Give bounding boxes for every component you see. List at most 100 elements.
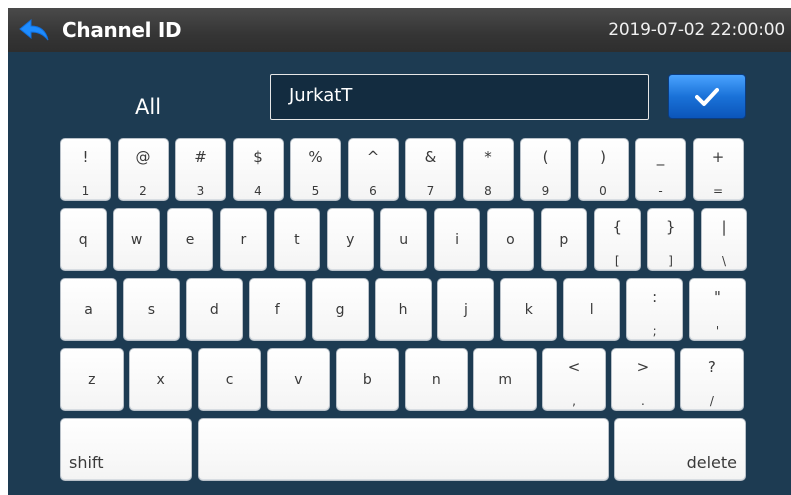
key-e[interactable]: e [166,208,214,271]
key-lower-label: 1 [81,184,90,198]
key-symbol[interactable]: :; [626,278,684,341]
key-label: x [156,371,165,388]
key-label: g [335,301,345,318]
key-w[interactable]: w [113,208,160,271]
key-l[interactable]: l [563,278,621,341]
key-upper-label: ( [542,148,549,166]
key-x[interactable]: x [128,348,193,411]
key-d[interactable]: d [185,278,243,341]
key-symbol[interactable]: % 5 [290,138,341,201]
key-label: s [147,301,156,318]
key-n[interactable]: n [404,348,468,411]
key-symbol[interactable]: }] [647,208,694,271]
key-h[interactable]: h [374,278,432,341]
key-label: w [130,231,143,248]
key-symbol[interactable]: * 8 [462,138,514,201]
key-symbol[interactable]: | \ [700,208,748,271]
key-lower-label: 9 [541,184,550,198]
key-lower-label: ' [715,324,720,338]
key-y[interactable]: y [327,208,374,271]
key-label: i [455,231,459,248]
key-upper-label: _ [656,148,665,166]
key-s[interactable]: s [122,278,180,341]
key-k[interactable]: k [500,278,558,341]
key-label: q [78,231,88,248]
key-upper-label: & [424,148,437,166]
back-button[interactable] [16,16,52,44]
key-symbol[interactable]: <, [542,348,606,411]
key-symbol[interactable]: ) 0 [577,138,629,201]
key-symbol[interactable]: #3 [175,138,226,201]
key-symbol[interactable]: + = [692,138,744,201]
key-label: u [399,231,409,248]
key-symbol[interactable]: >. [611,348,675,411]
key-symbol[interactable]: $4 [232,138,284,201]
shift-key-label: shift [69,453,104,472]
key-upper-label: + [711,148,725,166]
channel-id-input[interactable]: JurkatT [270,74,649,120]
delete-key[interactable]: delete [614,418,746,481]
key-g[interactable]: g [311,278,369,341]
key-label: n [431,371,441,388]
key-upper-label: } [665,218,676,236]
key-label: f [274,301,280,318]
key-symbol[interactable]: (9 [520,138,571,201]
datetime-display: 2019-07-02 22:00:00 [608,20,785,40]
key-upper-label: { [612,218,623,236]
key-symbol[interactable]: ^ 6 [347,138,399,201]
key-symbol[interactable]: " ' [689,278,746,341]
key-label: j [463,301,468,318]
back-arrow-icon [19,19,49,41]
key-z[interactable]: z [60,348,124,411]
space-key[interactable] [198,418,609,481]
key-i[interactable]: i [433,208,481,271]
key-lower-label: / [709,394,714,408]
key-lower-label: 3 [196,184,205,198]
key-a[interactable]: a [60,278,117,341]
key-lower-label: ] [668,254,673,268]
key-label: b [362,371,372,388]
key-label: r [240,231,247,248]
key-label: t [294,231,300,248]
key-lower-label: . [641,394,645,408]
key-f[interactable]: f [248,278,306,341]
key-b[interactable]: b [335,348,400,411]
key-p[interactable]: p [540,208,588,271]
key-symbol[interactable]: ! 1 [60,138,111,201]
key-r[interactable]: r [220,208,267,271]
key-symbol[interactable]: & 7 [405,138,456,201]
key-label: d [209,301,219,318]
key-lower-label: 7 [426,184,435,198]
key-lower-label: 0 [599,184,607,198]
key-c[interactable]: c [197,348,262,411]
key-upper-label: ) [600,148,606,166]
key-upper-label: : [652,288,658,306]
key-symbol[interactable]: _ - [635,138,686,201]
key-label: a [84,301,93,318]
key-lower-label: ; [652,324,657,338]
key-v[interactable]: v [266,348,331,411]
keyboard-screen: Channel ID 2019-07-02 22:00:00 All Jurka… [8,8,791,495]
delete-key-label: delete [686,453,737,472]
key-t[interactable]: t [273,208,321,271]
key-upper-label: < [567,358,581,376]
key-upper-label: ! [82,148,89,166]
key-label: y [346,231,355,248]
key-symbol[interactable]: ? / [680,348,744,411]
confirm-button[interactable] [668,74,746,119]
key-label: c [225,371,234,388]
key-q[interactable]: q [60,208,107,271]
key-lower-label: 6 [369,184,377,198]
key-m[interactable]: m [473,348,537,411]
key-symbol[interactable]: @2 [117,138,169,201]
key-u[interactable]: u [380,208,427,271]
key-symbol[interactable]: {[ [594,208,641,271]
key-label: z [88,371,96,388]
key-label: m [498,371,512,388]
shift-key[interactable]: shift [60,418,192,481]
key-lower-label: 8 [484,184,492,198]
key-j[interactable]: j [437,278,495,341]
key-upper-label: @ [135,148,151,166]
key-o[interactable]: o [487,208,534,271]
checkmark-icon [695,87,719,106]
